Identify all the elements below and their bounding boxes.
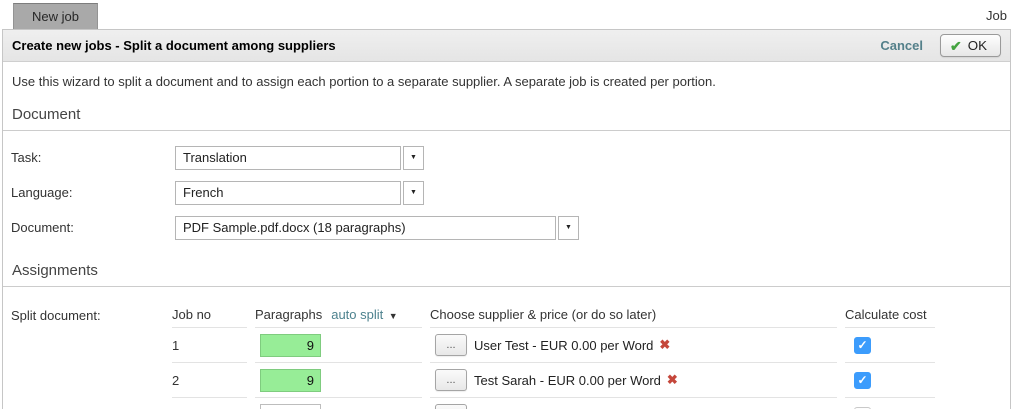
tab-new-job-label: New job (32, 9, 79, 24)
paragraphs-cell (255, 327, 422, 362)
paragraphs-cell (255, 362, 422, 397)
split-document-label: Split document: (11, 308, 101, 323)
auto-split-dropdown[interactable]: auto split ▼ (331, 307, 397, 322)
calculate-cost-cell (845, 327, 935, 362)
supplier-cell: ... User Test - EUR 0.00 per Word ✖ (430, 327, 837, 362)
assignments-table: Job no Paragraphs auto split ▼ Choose su… (172, 301, 1010, 409)
language-dropdown-button[interactable]: ▼ (403, 181, 424, 205)
supplier-cell: ... ✖ (430, 397, 837, 409)
document-combobox: ▼ (175, 216, 579, 240)
section-title-assignments: Assignments (3, 245, 1010, 287)
column-header-job-no: Job no (172, 301, 247, 327)
document-form: Task: ▼ Language: ▼ Document: ▼ (3, 131, 1010, 245)
wizard-panel: Create new jobs - Split a document among… (2, 29, 1011, 409)
job-no-value: 1 (172, 338, 179, 353)
choose-supplier-button[interactable]: ... (435, 404, 467, 409)
supplier-price-text: Test Sarah - EUR 0.00 per Word (474, 373, 661, 388)
language-label: Language: (3, 185, 175, 200)
document-dropdown-button[interactable]: ▼ (558, 216, 579, 240)
calculate-cost-checkbox[interactable] (854, 337, 871, 354)
document-label: Document: (3, 220, 175, 235)
tab-new-job[interactable]: New job (13, 3, 98, 29)
section-title-document: Document (3, 89, 1010, 131)
column-header-paragraphs: Paragraphs auto split ▼ (255, 301, 422, 327)
wizard-title: Create new jobs - Split a document among… (12, 38, 880, 53)
task-combobox: ▼ (175, 146, 424, 170)
task-row: Task: ▼ (3, 140, 1010, 175)
paragraphs-input[interactable] (260, 404, 321, 409)
choose-supplier-button[interactable]: ... (435, 369, 467, 391)
ok-button[interactable]: ✔ OK (940, 34, 1001, 57)
job-no-cell: 1 (172, 327, 247, 362)
task-label: Task: (3, 150, 175, 165)
job-no-value: 2 (172, 373, 179, 388)
document-row: Document: ▼ (3, 210, 1010, 245)
calculate-cost-cell (845, 397, 935, 409)
paragraphs-header-label: Paragraphs (255, 307, 322, 322)
task-input[interactable] (175, 146, 401, 170)
language-combobox: ▼ (175, 181, 424, 205)
supplier-price-text: User Test - EUR 0.00 per Word (474, 338, 653, 353)
job-no-cell: 2 (172, 362, 247, 397)
auto-split-label: auto split (331, 307, 383, 322)
paragraphs-input[interactable] (260, 369, 321, 392)
task-dropdown-button[interactable]: ▼ (403, 146, 424, 170)
calculate-cost-cell (845, 362, 935, 397)
chevron-down-icon: ▼ (410, 189, 417, 196)
chevron-down-icon: ▼ (386, 311, 397, 321)
chevron-down-icon: ▼ (410, 154, 417, 161)
job-no-cell: 3 (172, 397, 247, 409)
check-icon: ✔ (950, 39, 962, 53)
ok-button-label: OK (968, 38, 987, 53)
chevron-down-icon: ▼ (565, 224, 572, 231)
delete-supplier-icon[interactable]: ✖ (667, 372, 678, 388)
wizard-description: Use this wizard to split a document and … (3, 62, 1010, 89)
cancel-button[interactable]: Cancel (880, 38, 923, 53)
column-header-supplier: Choose supplier & price (or do so later) (430, 301, 837, 327)
document-input[interactable] (175, 216, 556, 240)
split-document-area: Split document: Job no Paragraphs auto s… (3, 287, 1010, 409)
paragraphs-cell (255, 397, 422, 409)
screen: New job Job Create new jobs - Split a do… (0, 0, 1014, 409)
delete-supplier-icon[interactable]: ✖ (659, 337, 670, 353)
calculate-cost-checkbox[interactable] (854, 372, 871, 389)
supplier-cell: ... Test Sarah - EUR 0.00 per Word ✖ (430, 362, 837, 397)
language-input[interactable] (175, 181, 401, 205)
choose-supplier-button[interactable]: ... (435, 334, 467, 356)
language-row: Language: ▼ (3, 175, 1010, 210)
column-header-calculate-cost: Calculate cost (845, 301, 935, 327)
top-right-job-label: Job (986, 8, 1007, 23)
wizard-header-bar: Create new jobs - Split a document among… (3, 30, 1010, 62)
paragraphs-input[interactable] (260, 334, 321, 357)
